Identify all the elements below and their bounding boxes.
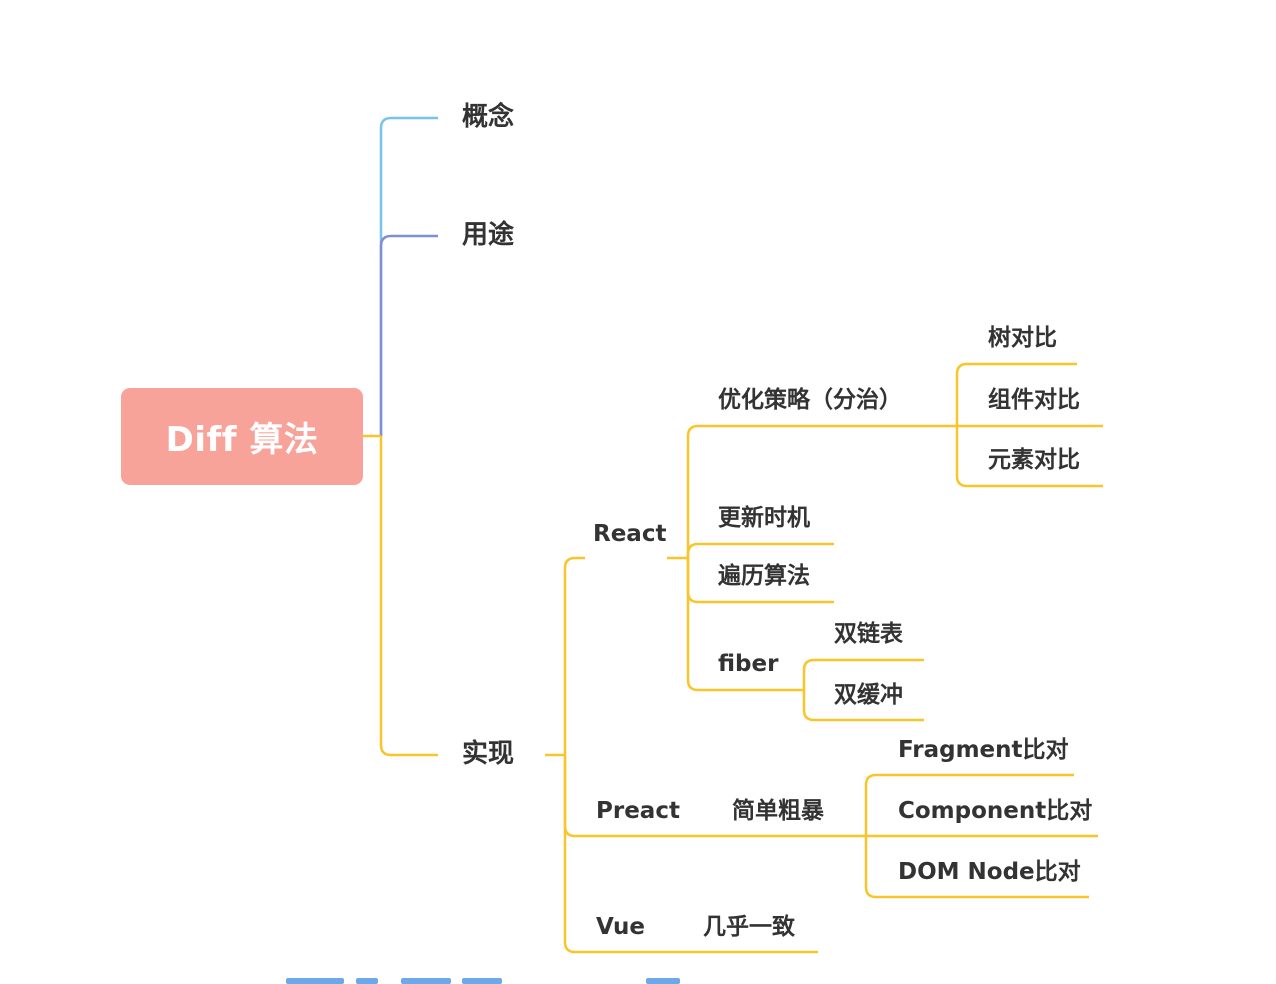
node-preact[interactable]: Preact bbox=[596, 800, 680, 823]
root-node[interactable]: Diff 算法 bbox=[121, 388, 363, 485]
connector-react bbox=[563, 556, 585, 755]
node-strategy[interactable]: 优化策略（分治） bbox=[718, 389, 902, 412]
node-preact-approach[interactable]: 简单粗暴 bbox=[732, 800, 824, 823]
node-component-compare[interactable]: 组件对比 bbox=[988, 389, 1080, 412]
connector-update-timing bbox=[686, 542, 834, 558]
node-fiber[interactable]: fiber bbox=[718, 653, 778, 676]
node-concept[interactable]: 概念 bbox=[462, 104, 514, 130]
cropped-caption bbox=[286, 974, 706, 984]
node-implementation[interactable]: 实现 bbox=[462, 741, 514, 767]
node-component-compare-preact[interactable]: Component比对 bbox=[898, 800, 1092, 823]
mind-map-canvas: Diff 算法 概念 用途 实现 React Preact Vue 优化策略（分… bbox=[0, 0, 1276, 984]
node-traversal[interactable]: 遍历算法 bbox=[718, 565, 810, 588]
node-double-buffer[interactable]: 双缓冲 bbox=[834, 684, 903, 707]
node-fragment-compare[interactable]: Fragment比对 bbox=[898, 739, 1069, 762]
connector-implementation bbox=[379, 436, 438, 757]
node-usage[interactable]: 用途 bbox=[462, 222, 514, 248]
node-tree-compare[interactable]: 树对比 bbox=[988, 327, 1057, 350]
node-dom-node-compare[interactable]: DOM Node比对 bbox=[898, 861, 1081, 884]
connector-strategy bbox=[686, 424, 957, 558]
connector-lines bbox=[363, 116, 1103, 954]
node-react[interactable]: React bbox=[593, 523, 666, 546]
connector-concept bbox=[379, 116, 438, 436]
node-element-compare[interactable]: 元素对比 bbox=[988, 449, 1080, 472]
node-vue[interactable]: Vue bbox=[596, 916, 645, 939]
node-double-linked-list[interactable]: 双链表 bbox=[834, 623, 903, 646]
node-update-timing[interactable]: 更新时机 bbox=[718, 507, 810, 530]
connector-usage bbox=[379, 234, 438, 436]
root-label: Diff 算法 bbox=[165, 420, 319, 460]
node-vue-note[interactable]: 几乎一致 bbox=[703, 916, 795, 939]
